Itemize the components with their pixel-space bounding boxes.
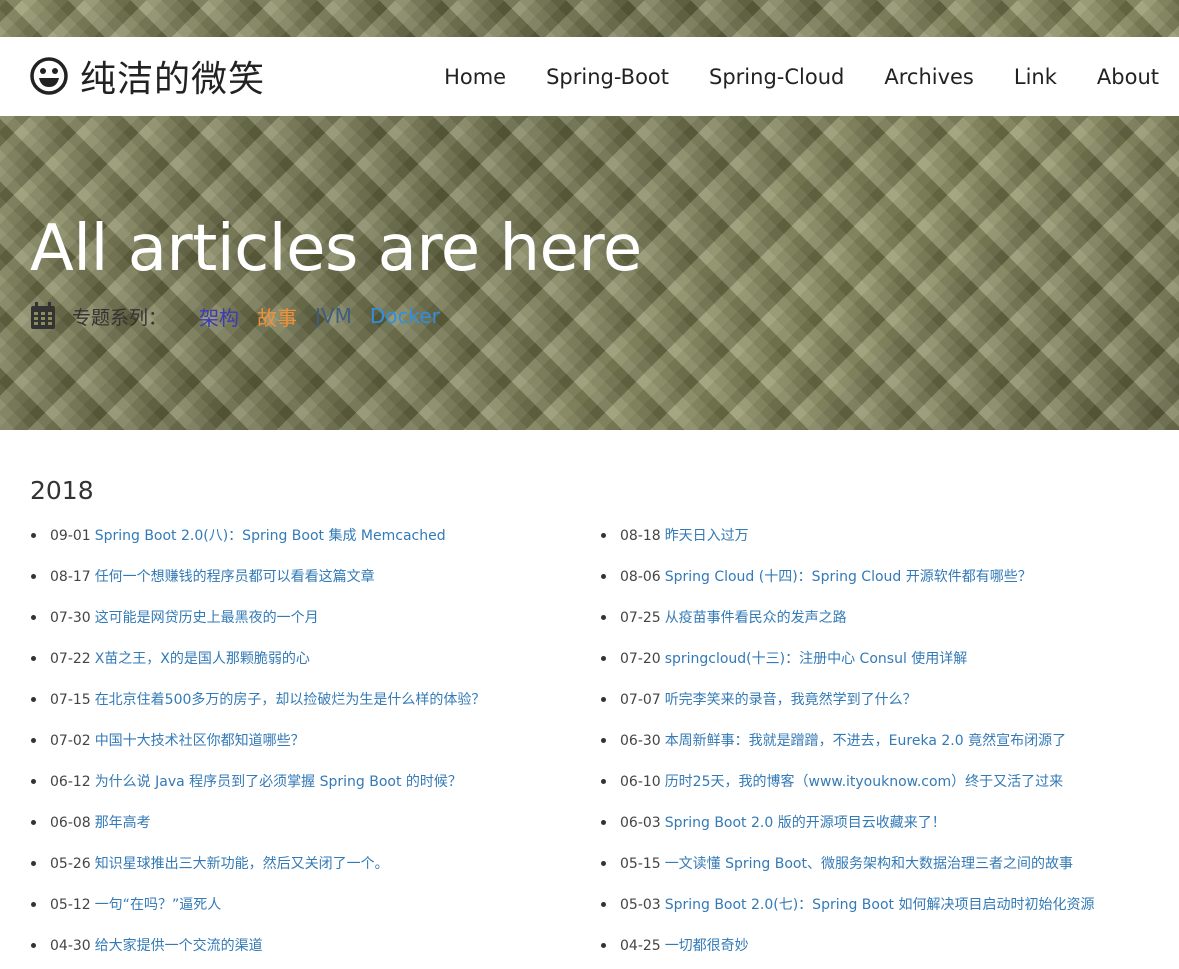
nav-spring-cloud[interactable]: Spring-Cloud <box>709 65 844 89</box>
post-link[interactable]: 知识星球推出三大新功能，然后又关闭了一个。 <box>95 856 389 872</box>
topic-link-stories[interactable]: 故事 <box>257 302 297 331</box>
nav-about[interactable]: About <box>1097 65 1159 89</box>
list-item: 07-25 从疫苗事件看民众的发声之路 <box>600 600 1160 641</box>
list-item: 06-10 历时25天，我的博客（www.ityouknow.com）终于又活了过… <box>600 764 1160 805</box>
post-date: 06-30 <box>620 733 661 749</box>
post-date: 07-25 <box>620 610 661 626</box>
list-item: 05-12 一句“在吗？”逼死人 <box>30 887 590 928</box>
nav-home[interactable]: Home <box>444 65 506 89</box>
post-date: 05-12 <box>50 897 91 913</box>
post-link[interactable]: X苗之王，X的是国人那颗脆弱的心 <box>95 651 310 667</box>
list-item: 06-12 为什么说 Java 程序员到了必须掌握 Spring Boot 的时候… <box>30 764 590 805</box>
post-date: 07-07 <box>620 692 661 708</box>
post-date: 07-15 <box>50 692 91 708</box>
post-link[interactable]: 那年高考 <box>95 815 151 831</box>
post-link[interactable]: springcloud(十三)：注册中心 Consul 使用详解 <box>665 651 968 667</box>
list-item: 08-18 昨天日入过万 <box>600 518 1160 559</box>
post-date: 08-18 <box>620 528 661 544</box>
post-date: 06-03 <box>620 815 661 831</box>
list-item: 04-25 一切都很奇妙 <box>600 928 1160 969</box>
post-date: 06-08 <box>50 815 91 831</box>
list-item: 07-15 在北京住着500多万的房子，却以捡破烂为生是什么样的体验？ <box>30 682 590 723</box>
list-item: 05-03 Spring Boot 2.0(七)：Spring Boot 如何解决… <box>600 887 1160 928</box>
list-item: 06-03 Spring Boot 2.0 版的开源项目云收藏来了！ <box>600 805 1160 846</box>
post-link[interactable]: 一文读懂 Spring Boot、微服务架构和大数据治理三者之间的故事 <box>665 856 1073 872</box>
post-link[interactable]: 中国十大技术社区你都知道哪些？ <box>95 733 305 749</box>
post-date: 08-06 <box>620 569 661 585</box>
post-link[interactable]: 任何一个想赚钱的程序员都可以看看这篇文章 <box>95 569 375 585</box>
archive-year-heading: 2018 <box>30 476 94 505</box>
list-item: 07-22 X苗之王，X的是国人那颗脆弱的心 <box>30 641 590 682</box>
post-date: 05-15 <box>620 856 661 872</box>
post-link[interactable]: Spring Boot 2.0(七)：Spring Boot 如何解决项目启动时… <box>665 897 1095 913</box>
topic-series: 专题系列： 架构 故事 JVM Docker <box>30 296 458 336</box>
post-link[interactable]: 从疫苗事件看民众的发声之路 <box>665 610 847 626</box>
post-link[interactable]: Spring Boot 2.0 版的开源项目云收藏来了！ <box>665 815 946 831</box>
post-date: 06-10 <box>620 774 661 790</box>
post-link[interactable]: 一切都很奇妙 <box>665 938 749 954</box>
main-nav: Home Spring-Boot Spring-Cloud Archives L… <box>404 37 1159 116</box>
list-item: 08-06 Spring Cloud (十四)：Spring Cloud 开源软件… <box>600 559 1160 600</box>
nav-link[interactable]: Link <box>1014 65 1057 89</box>
post-link[interactable]: 为什么说 Java 程序员到了必须掌握 Spring Boot 的时候？ <box>95 774 462 790</box>
post-date: 07-30 <box>50 610 91 626</box>
nav-archives[interactable]: Archives <box>884 65 974 89</box>
post-date: 09-01 <box>50 528 91 544</box>
site-title: 纯洁的微笑 <box>80 59 266 100</box>
list-item: 06-08 那年高考 <box>30 805 590 846</box>
topic-link-jvm[interactable]: JVM <box>315 304 352 328</box>
post-link[interactable]: 历时25天，我的博客（www.ityouknow.com）终于又活了过来 <box>665 774 1064 790</box>
topic-link-docker[interactable]: Docker <box>370 304 440 328</box>
topics-label: 专题系列： <box>72 306 168 329</box>
list-item: 05-26 知识星球推出三大新功能，然后又关闭了一个。 <box>30 846 590 887</box>
list-item: 07-30 这可能是网贷历史上最黑夜的一个月 <box>30 600 590 641</box>
post-link[interactable]: 听完李笑来的录音，我竟然学到了什么？ <box>665 692 917 708</box>
post-list-left: 09-01 Spring Boot 2.0(八)：Spring Boot 集成 M… <box>30 518 590 969</box>
post-date: 04-25 <box>620 938 661 954</box>
list-item: 08-17 任何一个想赚钱的程序员都可以看看这篇文章 <box>30 559 590 600</box>
post-date: 04-30 <box>50 938 91 954</box>
post-date: 07-22 <box>50 651 91 667</box>
brand-link[interactable]: 纯洁的微笑 <box>30 51 265 101</box>
list-item: 04-30 给大家提供一个交流的渠道 <box>30 928 590 969</box>
list-item: 09-01 Spring Boot 2.0(八)：Spring Boot 集成 M… <box>30 518 590 559</box>
post-date: 05-26 <box>50 856 91 872</box>
smiley-icon <box>30 57 68 95</box>
list-item: 06-30 本周新鲜事：我就是蹭蹭，不进去，Eureka 2.0 竟然宣布闭源了 <box>600 723 1160 764</box>
nav-spring-boot[interactable]: Spring-Boot <box>546 65 669 89</box>
post-date: 07-02 <box>50 733 91 749</box>
post-date: 05-03 <box>620 897 661 913</box>
list-item: 05-15 一文读懂 Spring Boot、微服务架构和大数据治理三者之间的故事 <box>600 846 1160 887</box>
post-link[interactable]: Spring Cloud (十四)：Spring Cloud 开源软件都有哪些？ <box>665 569 1032 585</box>
post-link[interactable]: 这可能是网贷历史上最黑夜的一个月 <box>95 610 319 626</box>
post-link[interactable]: 昨天日入过万 <box>665 528 749 544</box>
post-list-right: 08-18 昨天日入过万 08-06 Spring Cloud (十四)：Sprin… <box>600 518 1160 969</box>
top-navbar: 纯洁的微笑 Home Spring-Boot Spring-Cloud Arch… <box>0 37 1179 116</box>
calendar-icon <box>31 302 55 329</box>
post-link[interactable]: 一句“在吗？”逼死人 <box>95 897 222 913</box>
post-date: 08-17 <box>50 569 91 585</box>
topic-link-architecture[interactable]: 架构 <box>199 302 239 331</box>
post-date: 07-20 <box>620 651 661 667</box>
post-date: 06-12 <box>50 774 91 790</box>
post-link[interactable]: Spring Boot 2.0(八)：Spring Boot 集成 Memcac… <box>95 528 446 544</box>
list-item: 07-02 中国十大技术社区你都知道哪些？ <box>30 723 590 764</box>
post-link[interactable]: 给大家提供一个交流的渠道 <box>95 938 263 954</box>
list-item: 07-07 听完李笑来的录音，我竟然学到了什么？ <box>600 682 1160 723</box>
post-link[interactable]: 在北京住着500多万的房子，却以捡破烂为生是什么样的体验？ <box>95 692 486 708</box>
page-title: All articles are here <box>30 212 642 286</box>
post-link[interactable]: 本周新鲜事：我就是蹭蹭，不进去，Eureka 2.0 竟然宣布闭源了 <box>665 733 1066 749</box>
list-item: 07-20 springcloud(十三)：注册中心 Consul 使用详解 <box>600 641 1160 682</box>
